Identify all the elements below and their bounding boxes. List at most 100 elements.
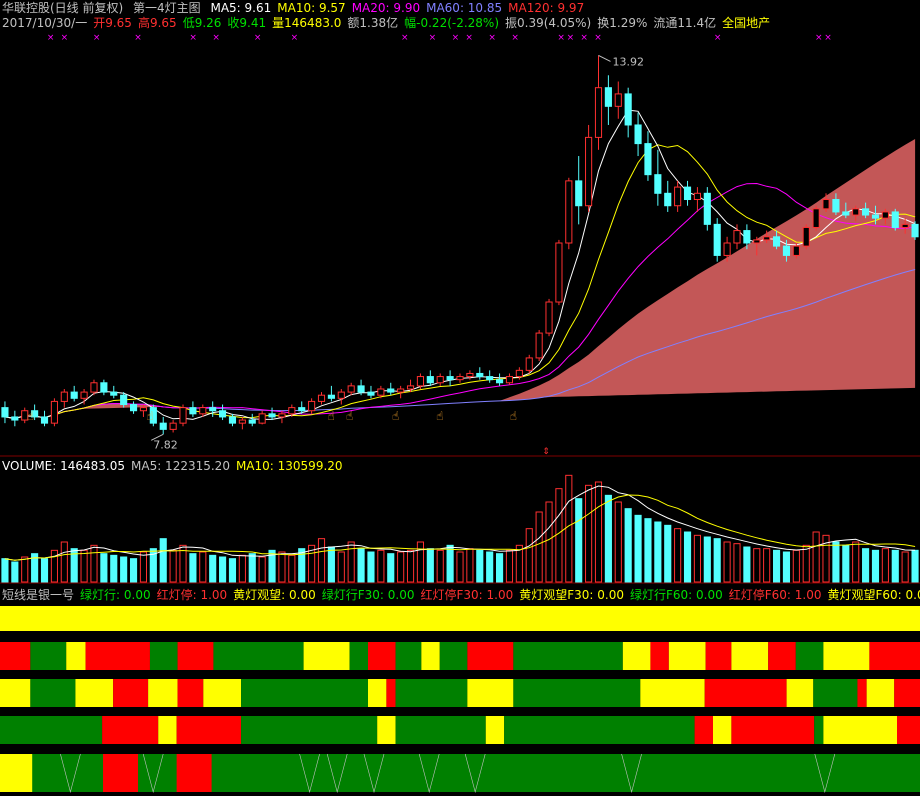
volume-bar <box>782 551 791 583</box>
volume-bar <box>60 541 68 583</box>
signal-segment <box>813 679 858 707</box>
signal-segment <box>149 642 178 670</box>
signal-segment <box>368 642 396 670</box>
high-label: 13.92 <box>612 55 644 68</box>
volume-bar <box>209 554 217 583</box>
candle-body <box>1 407 9 418</box>
candle-body <box>456 376 464 381</box>
volume-bar <box>545 501 553 583</box>
volume-bar <box>159 538 167 583</box>
volume-bar <box>891 549 899 583</box>
signal-segment <box>650 642 669 670</box>
candle-body <box>496 379 504 384</box>
candle-body <box>308 400 316 412</box>
candle-body <box>703 192 711 225</box>
signal-marker: × <box>452 33 460 43</box>
candle-body <box>614 93 622 107</box>
signal-marker: × <box>567 33 575 43</box>
signal-segment <box>897 716 920 744</box>
volume-bar <box>644 518 652 583</box>
candle-body <box>466 372 474 378</box>
stock-chart[interactable]: ⇕13.927.82× × × × × × × × × × × × × × × × × × × × ×☝ ☝ ☝ ☝ ☝ ☝ ☝ <box>0 0 920 796</box>
signal-segment <box>203 679 242 707</box>
candle-body <box>288 407 296 415</box>
volume-bar <box>416 541 424 583</box>
candle-body <box>219 410 227 418</box>
volume-bar <box>169 549 177 583</box>
signal-segment <box>176 716 242 744</box>
candle-body <box>317 394 326 402</box>
candle-body <box>812 208 820 228</box>
candle-body <box>802 226 810 247</box>
signal-segment <box>857 679 867 707</box>
signal-segment <box>513 679 641 707</box>
signal-segment <box>0 606 920 631</box>
signal-marker: × <box>401 33 409 43</box>
signal-segment <box>814 716 824 744</box>
volume-bar <box>763 548 771 583</box>
signal-segment <box>113 679 149 707</box>
volume-bar <box>40 558 49 583</box>
signal-segment <box>395 642 422 670</box>
volume-bar <box>733 543 741 583</box>
volume-bar <box>406 549 415 583</box>
signal-segment <box>386 679 396 707</box>
candle-body <box>832 199 840 213</box>
candle-body <box>674 186 682 207</box>
candle-body <box>50 400 58 424</box>
volume-bar <box>881 548 889 583</box>
hand-marker: ☝ <box>392 409 399 423</box>
volume-bar <box>683 531 692 583</box>
candle-body <box>575 180 583 207</box>
signal-segment <box>148 679 178 707</box>
volume-bar <box>802 544 810 583</box>
volume-bar <box>1 558 9 583</box>
volume-bar <box>862 548 870 583</box>
volume-bar <box>614 501 622 583</box>
signal-marker: × <box>212 33 220 43</box>
signal-marker: × <box>189 33 197 43</box>
hand-marker: ☝ <box>328 409 335 423</box>
candle-body <box>129 404 138 412</box>
volume-bar <box>189 553 197 583</box>
hand-marker: ☝ <box>510 409 517 423</box>
candle-body <box>683 186 692 201</box>
signal-segment <box>377 716 396 744</box>
volume-bar <box>199 551 207 583</box>
candle-body <box>426 376 434 384</box>
candle-body <box>337 391 345 399</box>
candle-body <box>179 407 187 424</box>
signal-segment <box>0 679 31 707</box>
signal-segment <box>75 679 114 707</box>
volume-bar <box>317 538 326 583</box>
signal-segment <box>177 642 214 670</box>
signal-marker: × <box>815 33 823 43</box>
signal-segment <box>103 754 138 792</box>
candle-body <box>446 376 454 381</box>
candle-body <box>881 211 889 219</box>
candle-body <box>911 223 919 238</box>
signal-segment <box>30 642 67 670</box>
volume-bar <box>911 549 919 583</box>
candle-body <box>406 385 415 390</box>
signal-marker: × <box>61 33 69 43</box>
candle-body <box>258 413 266 424</box>
volume-bar <box>555 488 563 583</box>
volume-bar <box>248 553 256 583</box>
volume-bar <box>634 514 642 583</box>
volume-bar <box>812 531 820 583</box>
candle-body <box>387 388 395 393</box>
volume-bar <box>397 551 405 583</box>
signal-segment <box>439 642 468 670</box>
candle-body <box>40 416 49 424</box>
candle-body <box>248 419 256 424</box>
signal-segment <box>176 754 212 792</box>
volume-bar <box>466 548 474 583</box>
volume-bar <box>377 549 385 583</box>
candle-body <box>100 382 108 393</box>
candle-body <box>159 422 167 430</box>
candle-body <box>565 180 573 244</box>
volume-bar <box>871 549 880 583</box>
volume-bar <box>80 549 88 583</box>
signal-segment <box>704 679 787 707</box>
